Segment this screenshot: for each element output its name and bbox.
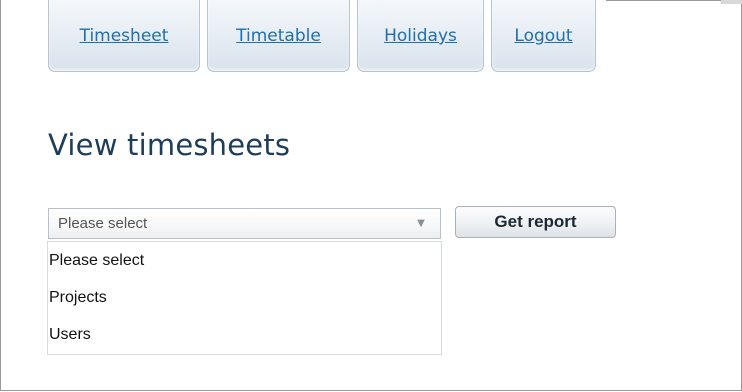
- report-type-combobox[interactable]: ▼: [48, 208, 441, 239]
- report-type-input[interactable]: [49, 209, 404, 238]
- dropdown-option-projects[interactable]: Projects: [48, 279, 441, 316]
- dropdown-option-users[interactable]: Users: [48, 316, 441, 353]
- report-type-dropdown-list: Please select Projects Users: [47, 241, 442, 355]
- tab-timetable[interactable]: Timetable: [207, 0, 350, 72]
- get-report-button[interactable]: Get report: [455, 206, 616, 238]
- page-title: View timesheets: [48, 128, 291, 162]
- frame-top-cap: [721, 0, 742, 4]
- tab-holidays[interactable]: Holidays: [357, 0, 484, 72]
- tab-timesheet-link[interactable]: Timesheet: [49, 26, 199, 46]
- tab-timesheet[interactable]: Timesheet: [48, 0, 200, 72]
- tab-logout-link[interactable]: Logout: [492, 26, 595, 46]
- tab-timetable-link[interactable]: Timetable: [208, 26, 349, 46]
- chevron-down-icon[interactable]: ▼: [402, 209, 440, 238]
- tab-holidays-link[interactable]: Holidays: [358, 26, 483, 46]
- dropdown-option-please-select[interactable]: Please select: [48, 242, 441, 279]
- tab-logout[interactable]: Logout: [491, 0, 596, 72]
